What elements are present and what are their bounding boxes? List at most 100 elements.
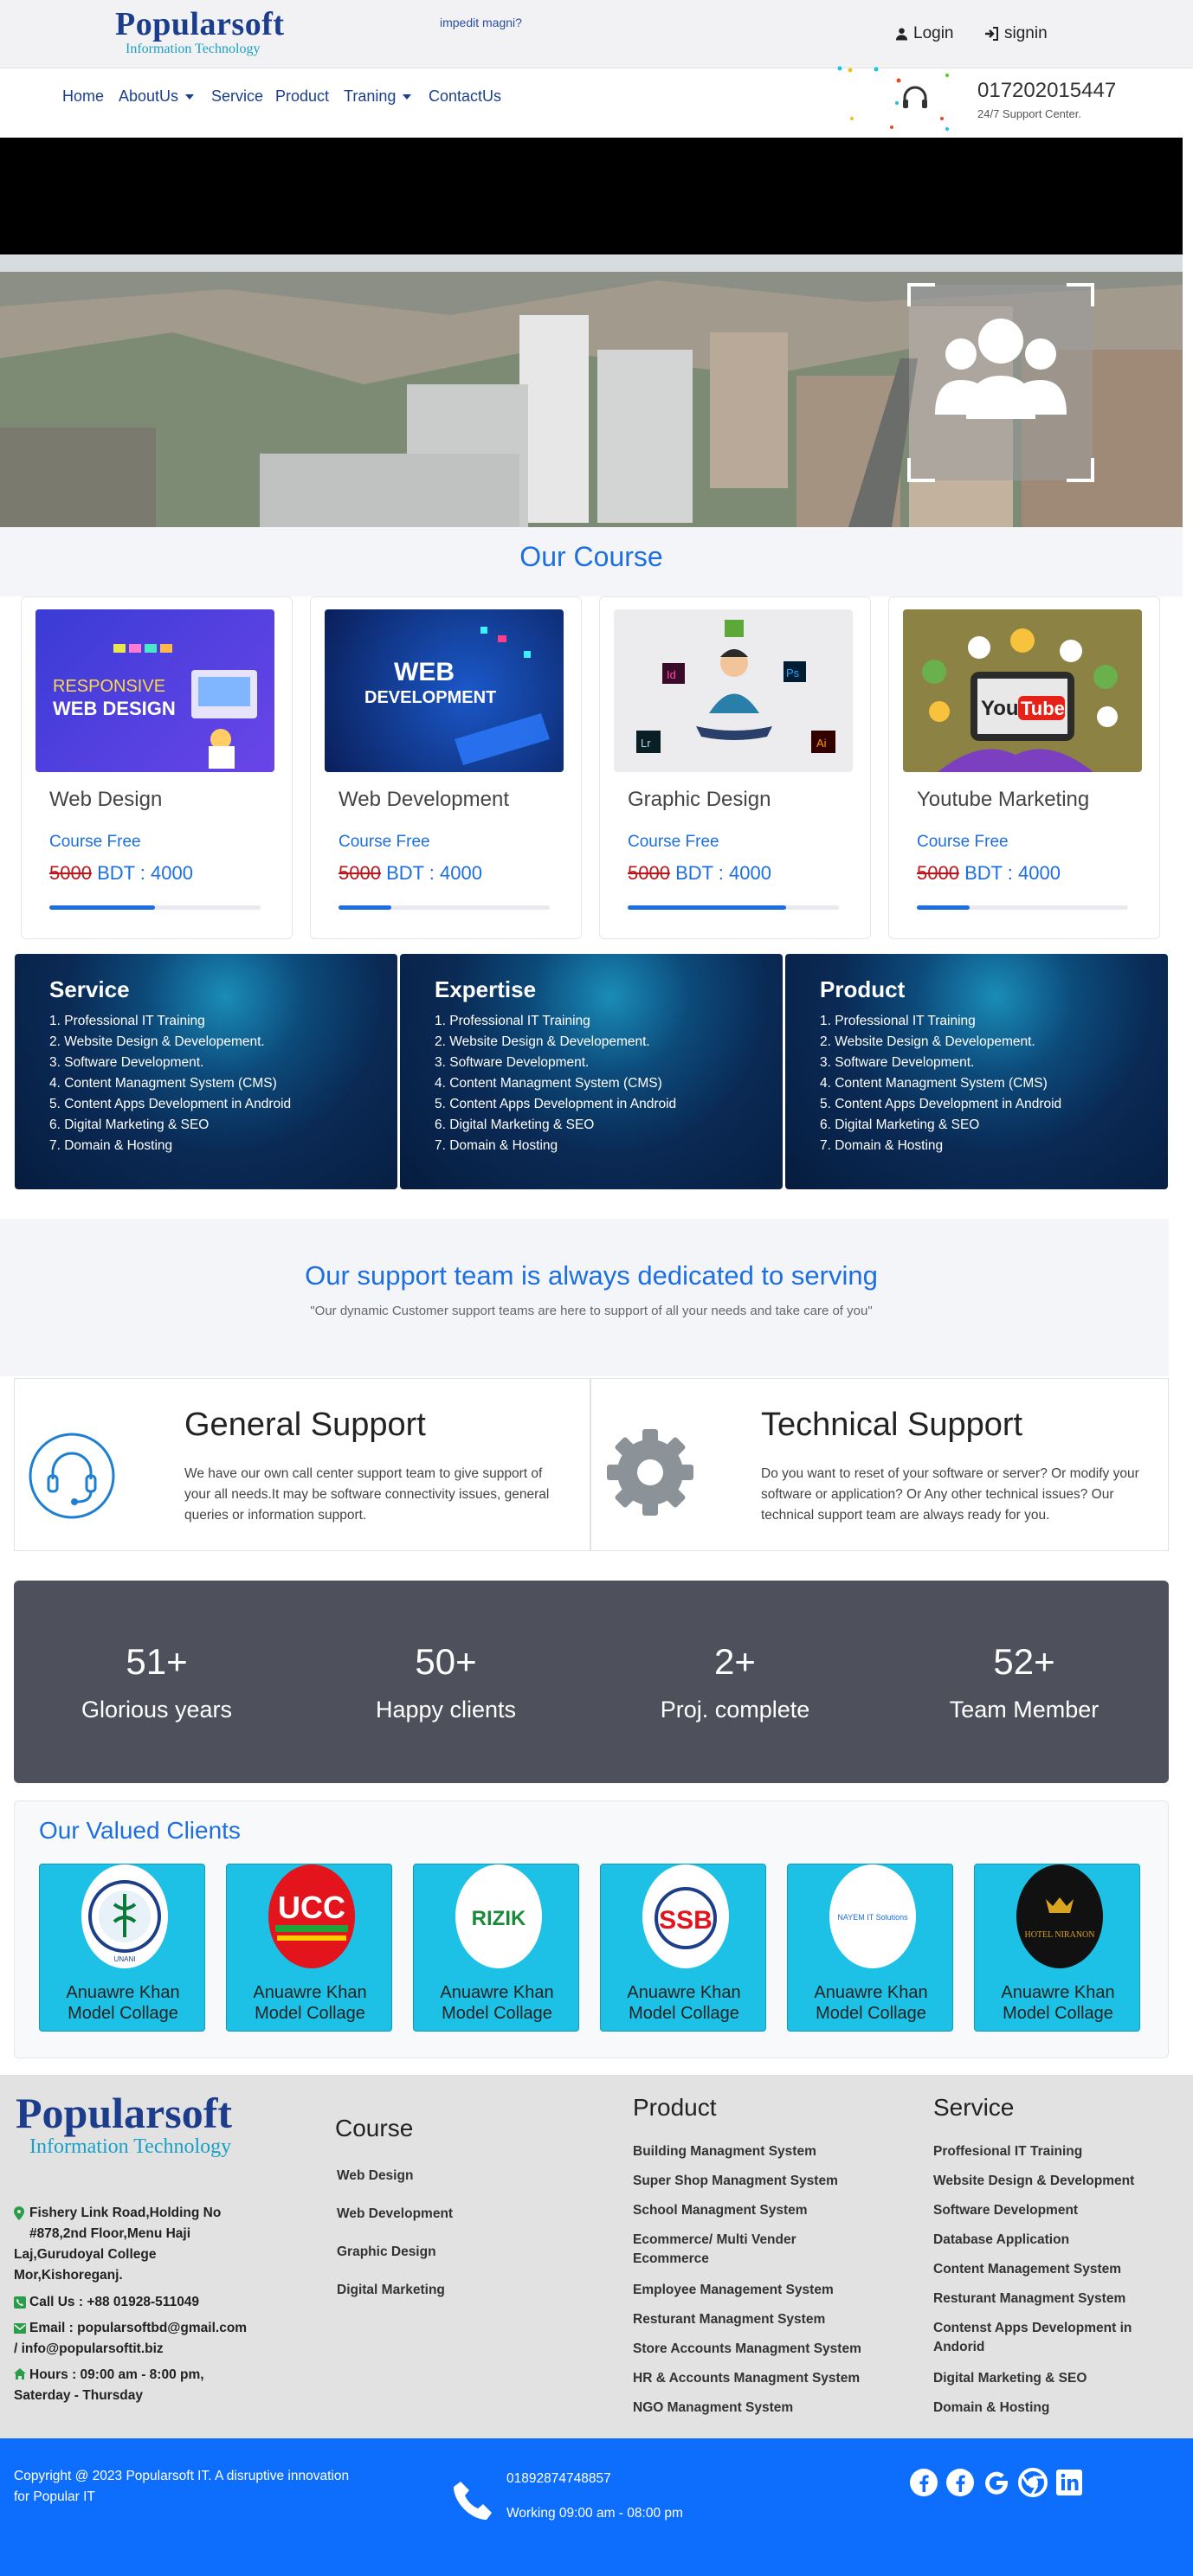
envelope-icon [14,2323,26,2334]
course-title[interactable]: Web Development [339,788,509,812]
footer-product-link[interactable]: Employee Management System [633,2281,834,2300]
facebook-icon[interactable] [909,2468,938,2497]
course-title[interactable]: Web Design [49,788,162,812]
course-title[interactable]: Youtube Marketing [917,788,1089,812]
client-logo: UCC [268,1864,355,1968]
footer-product-link-cont[interactable]: Ecommerce [633,2250,709,2269]
bottom-bar: Copyright @ 2023 Popularsoft IT. A disru… [0,2438,1193,2576]
footer-service-link[interactable]: Proffesional IT Training [933,2142,1082,2161]
caret-down-icon [185,93,195,100]
linkedin-icon[interactable] [1054,2468,1084,2497]
gear-icon [607,1429,693,1516]
footer-email-alt[interactable]: / info@popularsoftit.biz [14,2339,164,2360]
client-logo-text: UCC [278,1890,345,1925]
nav-traning[interactable]: Traning [344,87,412,106]
footer-course-link[interactable]: Digital Marketing [337,2281,445,2300]
nav-home-label: Home [62,87,105,105]
email-line: Email : popularsoftbd@gmail.com [29,2321,248,2335]
phone-icon [14,2296,26,2309]
nav-traning-label: Traning [344,87,397,105]
footer-product-link[interactable]: NGO Managment System [633,2399,793,2418]
stat-number: 2+ [714,1641,756,1682]
footer-brand-tagline: Information Technology [29,2135,232,2158]
support-phone[interactable]: 017202015447 [977,79,1116,103]
client-card[interactable]: UCC Anuawre Khan Model Collage [226,1864,392,2032]
footer-logo[interactable]: Popularsoft Information Technology [16,2090,232,2159]
client-logo-text: RIZIK [472,1907,526,1930]
nav-aboutus-label: AboutUs [119,87,179,105]
hero-banner [0,254,1183,527]
footer-course-link[interactable]: Web Design [337,2167,413,2186]
old-price: 5000 [49,862,92,884]
course-price: 5000 BDT : 4000 [917,862,1061,885]
course-card-web-development[interactable]: WEB DEVELOPMENT Web Development Course F… [310,596,582,939]
client-name: Anuawre Khan Model Collage [40,1982,206,2024]
footer-product-link[interactable]: Resturant Managment System [633,2310,825,2329]
footer-product-link[interactable]: Ecommerce/ Multi Vender [633,2231,796,2250]
footer-service-link[interactable]: Domain & Hosting [933,2399,1049,2418]
brand-name: Popularsoft [115,6,285,42]
footer-service-link[interactable]: Content Management System [933,2260,1121,2279]
client-logo: UNANI [81,1864,168,1968]
general-support-text: We have our own call center support team… [184,1466,550,1523]
client-logo: RIZIK [455,1864,542,1968]
login-label: Login [913,24,954,42]
facebook-alt-icon[interactable] [945,2468,975,2497]
course-card-youtube-marketing[interactable]: You Tube Youtube Marketing Course Free 5… [888,596,1160,939]
footer-service-link[interactable]: Database Application [933,2231,1069,2250]
support-phone-caption: 24/7 Support Center. [977,107,1081,120]
course-title[interactable]: Graphic Design [628,788,771,812]
footer-product-link[interactable]: Super Shop Managment System [633,2172,838,2191]
panel-list-item: 6. Digital Marketing & SEO [820,1117,980,1132]
course-card-graphic-design[interactable]: Id Ps Lr Ai Graphic Design Course Free 5… [599,596,871,939]
footer-product-link[interactable]: HR & Accounts Managment System [633,2369,860,2388]
footer-course-link[interactable]: Graphic Design [337,2243,436,2262]
confetti-decoration [837,66,949,131]
login-link[interactable]: Login [895,24,954,43]
social-links [909,2468,1084,2497]
footer-product-link[interactable]: Building Managment System [633,2142,816,2161]
footer-service-link[interactable]: Software Development [933,2201,1078,2220]
client-card[interactable]: SSB Anuawre Khan Model Collage [600,1864,766,2032]
banner-text-1: RESPONSIVE [53,677,165,696]
client-name-line2: Model Collage [816,2004,926,2023]
brand-logo[interactable]: Popularsoft Information Technology [115,6,285,61]
footer-product-link[interactable]: School Managment System [633,2201,808,2220]
stat-number: 51+ [126,1641,188,1682]
panel-list-item: 3. Software Development. [49,1055,204,1070]
footer-service-link[interactable]: Digital Marketing & SEO [933,2369,1087,2388]
nav-service[interactable]: Service [211,87,263,106]
banner-text-1: WEB [394,658,455,686]
client-card[interactable]: HOTEL NIRANON Anuawre Khan Model Collage [974,1864,1140,2032]
chrome-icon[interactable] [1018,2468,1048,2497]
signin-link[interactable]: signin [984,24,1048,43]
client-card[interactable]: RIZIK Anuawre Khan Model Collage [413,1864,579,2032]
footer-address-cont: Laj,Gurudoyal College Mor,Kishoreganj. [14,2244,157,2286]
client-card[interactable]: UNANI Anuawre Khan Model Collage [39,1864,205,2032]
footer-course-link[interactable]: Web Development [337,2205,453,2224]
client-name-line1: Anuawre Khan [253,1983,367,2002]
footer-service-link[interactable]: Resturant Managment System [933,2289,1125,2309]
footer-product-link[interactable]: Store Accounts Managment System [633,2340,861,2359]
bottom-phone[interactable]: 01892874748857 [506,2471,611,2487]
headset-icon [903,86,927,108]
client-card[interactable]: NAYEM IT Solutions Anuawre Khan Model Col… [787,1864,953,2032]
nav-home[interactable]: Home [62,87,104,106]
footer-service-link[interactable]: Website Design & Development [933,2172,1134,2191]
footer-email[interactable]: Email : popularsoftbd@gmail.com [29,2318,247,2339]
footer-service-link[interactable]: Contenst Apps Development in [933,2319,1132,2338]
panel-list-item: 2. Website Design & Developement. [49,1034,265,1049]
panel-list-item: 4. Content Managment System (CMS) [820,1076,1048,1091]
panel-list-item: 3. Software Development. [820,1055,975,1070]
footer-call[interactable]: Call Us : +88 01928-511049 [29,2292,199,2313]
panel-list-item: 4. Content Managment System (CMS) [49,1076,277,1091]
footer-service-link-cont[interactable]: Andorid [933,2338,984,2357]
nav-product[interactable]: Product [275,87,329,106]
nav-aboutus[interactable]: AboutUs [119,87,195,106]
stat-item: 52+ Team Member [881,1641,1167,1723]
nav-contactus[interactable]: ContactUs [429,87,501,106]
course-price: 5000 BDT : 4000 [49,862,193,885]
user-icon [895,28,908,41]
google-icon[interactable] [982,2468,1011,2497]
course-card-web-design[interactable]: RESPONSIVE WEB DESIGN Web Design Course … [21,596,293,939]
